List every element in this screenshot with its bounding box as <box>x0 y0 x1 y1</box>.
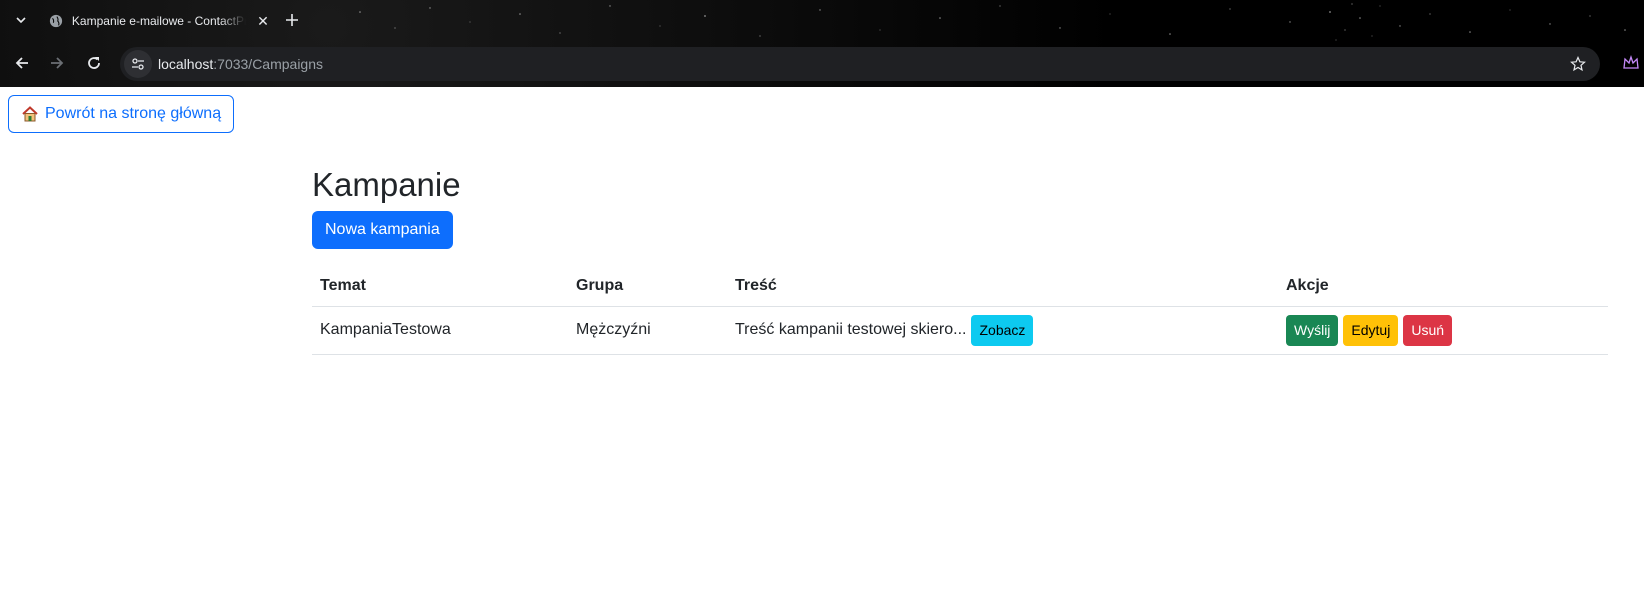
browser-toolbar: localhost:7033/Campaigns <box>0 42 1644 84</box>
tune-icon <box>132 58 144 70</box>
star-icon <box>1570 56 1586 72</box>
tab-strip: Kampanie e-mailowe - ContactPro ✕ <box>0 0 1644 40</box>
chevron-down-icon <box>16 17 26 24</box>
edit-button[interactable]: Edytuj <box>1343 314 1399 346</box>
column-header-akcje: Akcje <box>1278 266 1608 307</box>
url-host: localhost <box>158 56 214 72</box>
crown-icon <box>1623 54 1639 69</box>
house-icon <box>22 106 38 122</box>
column-header-temat: Temat <box>312 266 568 307</box>
content-preview: Treść kampanii testowej skiero... <box>735 321 967 338</box>
url-path: :7033/Campaigns <box>213 56 324 72</box>
cell-akcje: Wyślij Edytuj Usuń <box>1278 306 1608 355</box>
arrow-right-icon <box>51 57 64 69</box>
cell-temat: KampaniaTestowa <box>312 306 568 355</box>
home-button-label: Powrót na stronę główną <box>45 105 222 122</box>
column-header-tresc: Treść <box>727 266 1278 307</box>
back-button[interactable] <box>8 49 36 77</box>
plus-icon <box>286 14 298 26</box>
bookmark-star-button[interactable] <box>1568 54 1588 74</box>
page-title: Kampanie <box>312 166 461 203</box>
browser-chrome: Kampanie e-mailowe - ContactPro ✕ localh… <box>0 0 1644 87</box>
reload-button[interactable] <box>80 49 108 77</box>
new-tab-button[interactable] <box>280 8 304 32</box>
active-tab[interactable]: Kampanie e-mailowe - ContactPro ✕ <box>40 4 272 38</box>
new-campaign-button[interactable]: Nowa kampania <box>312 211 453 249</box>
extension-button[interactable] <box>1620 49 1642 77</box>
arrow-left-icon <box>15 57 28 69</box>
delete-button[interactable]: Usuń <box>1403 314 1453 346</box>
url-text: localhost:7033/Campaigns <box>158 56 323 72</box>
globe-icon <box>48 13 64 29</box>
table-header-row: Temat Grupa Treść Akcje <box>312 266 1608 307</box>
tab-search-dropdown[interactable] <box>9 8 33 32</box>
forward-button[interactable] <box>43 49 71 77</box>
home-button[interactable]: Powrót na stronę główną <box>8 95 235 133</box>
cell-tresc: Treść kampanii testowej skiero... Zobacz <box>727 306 1278 355</box>
address-bar[interactable]: localhost:7033/Campaigns <box>120 47 1600 81</box>
tab-title: Kampanie e-mailowe - ContactPro <box>71 14 247 28</box>
view-content-button[interactable]: Zobacz <box>971 314 1034 346</box>
close-tab-icon[interactable]: ✕ <box>254 13 272 30</box>
send-button[interactable]: Wyślij <box>1286 314 1339 346</box>
cell-grupa: Mężczyźni <box>568 306 727 355</box>
table-row: KampaniaTestowa Mężczyźni Treść kampanii… <box>312 306 1608 355</box>
column-header-grupa: Grupa <box>568 266 727 307</box>
reload-icon <box>88 57 100 69</box>
site-info-button[interactable] <box>124 50 152 78</box>
campaigns-table: Temat Grupa Treść Akcje KampaniaTestowa … <box>312 266 1608 355</box>
